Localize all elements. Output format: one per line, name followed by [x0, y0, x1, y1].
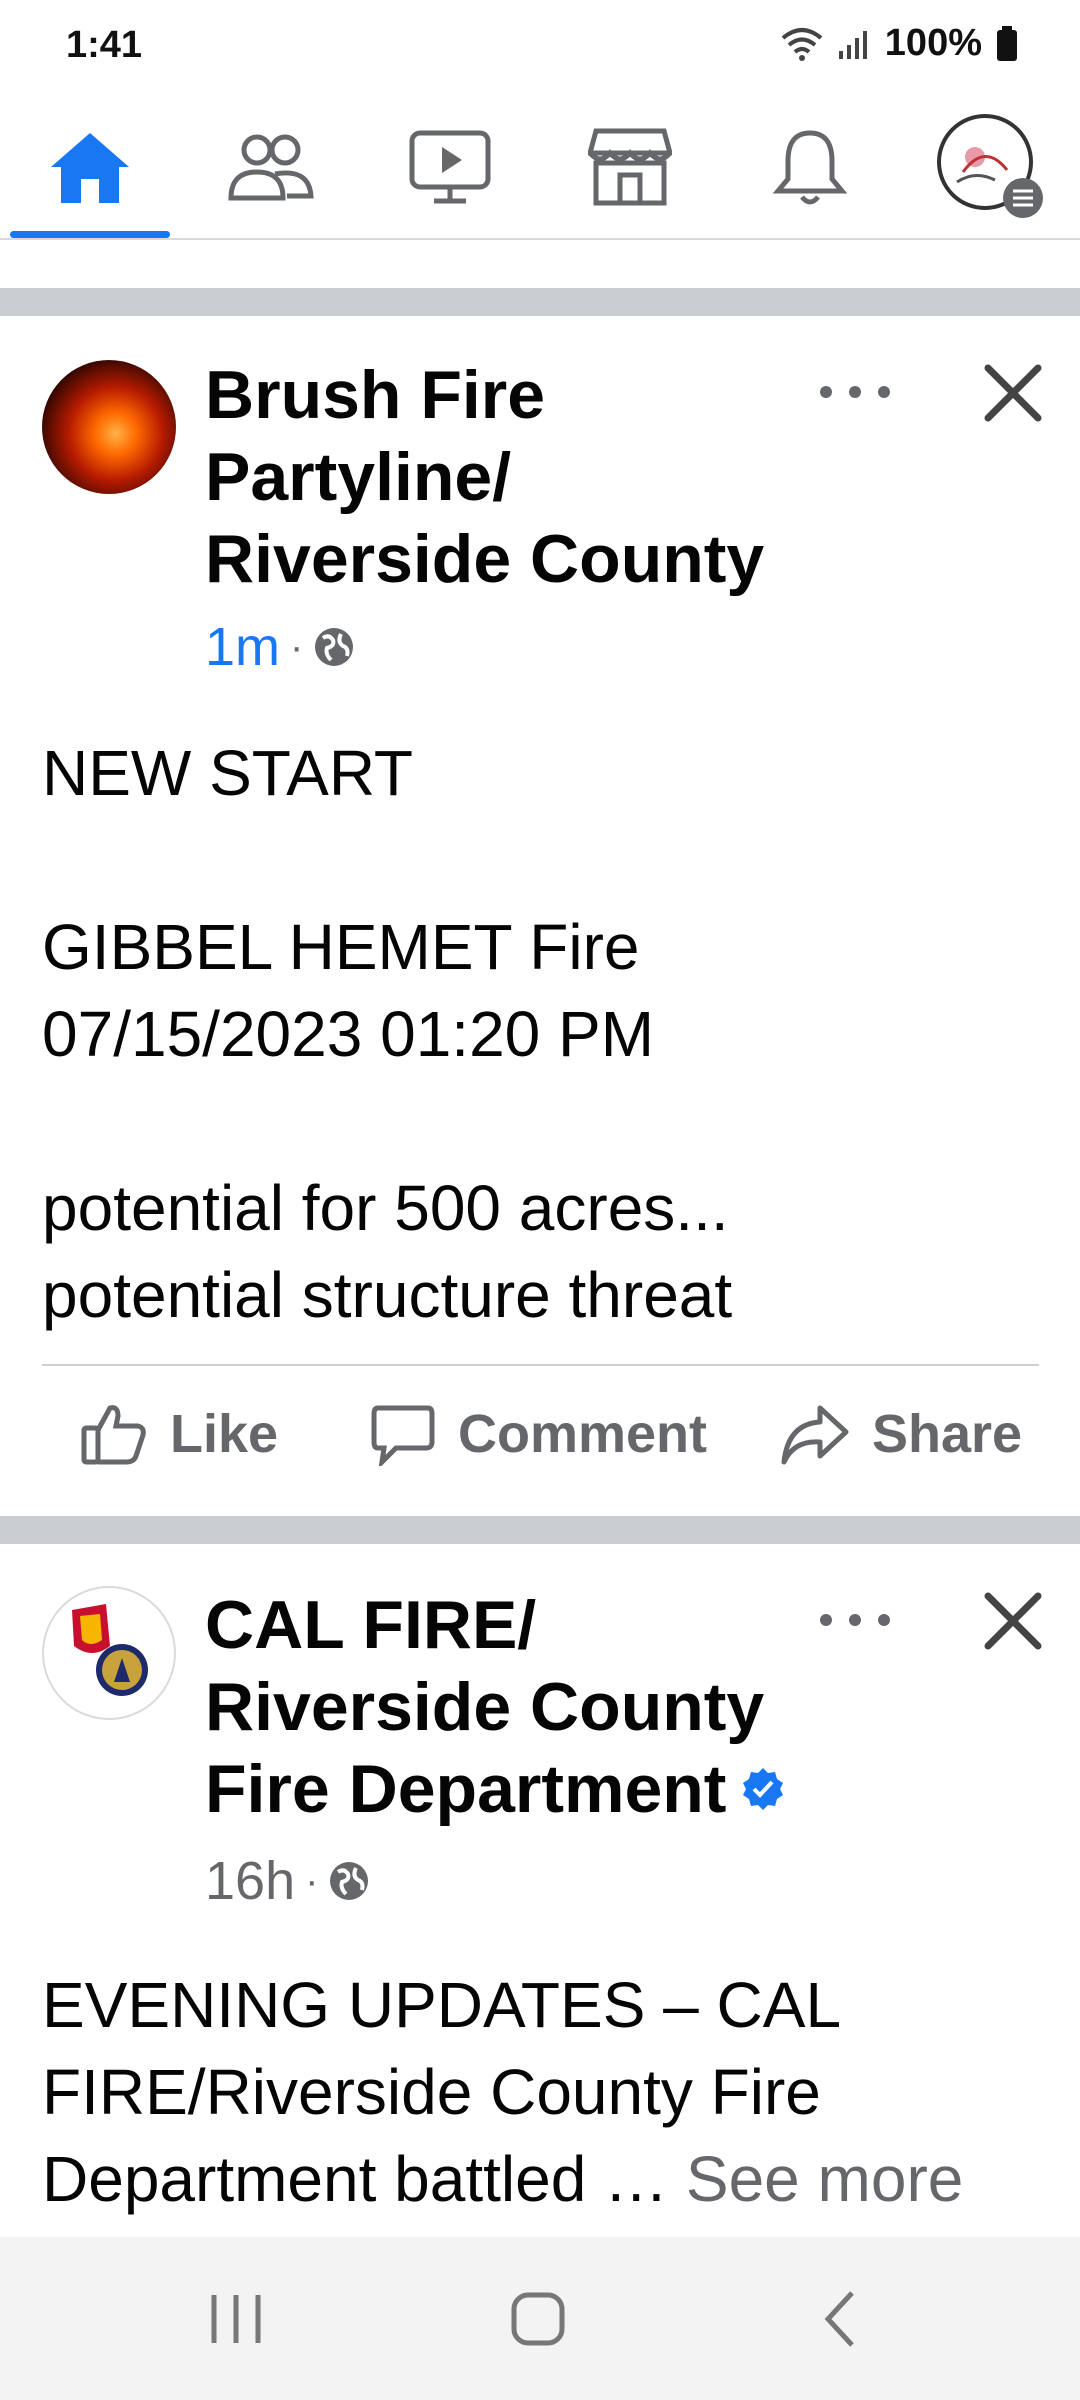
divider: [42, 1364, 1039, 1366]
store-icon: [588, 128, 672, 205]
tab-watch[interactable]: [370, 95, 530, 238]
feed-separator: [0, 1516, 1080, 1544]
avatar[interactable]: [42, 360, 176, 494]
battery-icon: [997, 25, 1017, 61]
status-bar: 1:41 100%: [0, 0, 1080, 95]
post-text-line: Department battled … See more: [42, 2136, 1042, 2223]
close-icon[interactable]: [980, 360, 1046, 426]
post-author[interactable]: Brush Fire Partyline/ Riverside County: [205, 354, 805, 600]
post-text-line: NEW START: [42, 737, 413, 809]
author-line: CAL FIRE/: [205, 1587, 537, 1663]
avatar[interactable]: [42, 1586, 176, 1720]
author-line: Brush Fire: [205, 357, 546, 433]
post-text-line: 07/15/2023 01:20 PM: [42, 998, 655, 1070]
system-nav-bar: [0, 2237, 1080, 2400]
see-more-link[interactable]: See more: [686, 2143, 963, 2215]
close-icon[interactable]: [980, 1588, 1046, 1654]
author-line: Fire Department: [205, 1751, 727, 1827]
friends-icon: [228, 134, 314, 200]
post-text-line: FIRE/Riverside County Fire: [42, 2056, 821, 2128]
post-text-line: potential for 500 acres...: [42, 1172, 729, 1244]
feed-post: Brush Fire Partyline/ Riverside County 1…: [0, 316, 1080, 1516]
status-icons: 100%: [781, 22, 1018, 65]
tab-friends[interactable]: [190, 95, 350, 238]
post-author[interactable]: CAL FIRE/ Riverside County Fire Departme…: [205, 1584, 825, 1830]
author-line: Riverside County: [205, 521, 765, 597]
post-text-line: potential structure threat: [42, 1259, 733, 1331]
video-icon: [409, 130, 491, 203]
dot-icon: [878, 386, 890, 398]
wifi-icon: [781, 27, 823, 61]
back-icon: [824, 2290, 854, 2347]
share-icon: [781, 1405, 849, 1465]
post-timestamp[interactable]: 16h: [205, 1850, 295, 1912]
author-line: Riverside County: [205, 1669, 765, 1745]
dot-icon: [849, 386, 861, 398]
globe-icon: [330, 1862, 369, 1900]
post-meta: 1m ·: [205, 616, 355, 678]
tab-marketplace[interactable]: [550, 95, 710, 238]
more-options-button[interactable]: [820, 1600, 890, 1640]
like-label: Like: [170, 1404, 279, 1464]
feed-separator: [0, 288, 1080, 316]
comment-icon: [371, 1405, 435, 1466]
post-text-truncated: Department battled …: [42, 2143, 669, 2215]
top-nav: [0, 95, 1080, 240]
like-button[interactable]: Like: [80, 1402, 278, 1466]
post-timestamp[interactable]: 1m: [205, 616, 280, 678]
post-text-line: GIBBEL HEMET Fire: [42, 911, 640, 983]
feed-post: CAL FIRE/ Riverside County Fire Departme…: [0, 1544, 1080, 2237]
meta-separator: ·: [290, 624, 304, 669]
recent-apps-icon: [211, 2294, 261, 2343]
profile-menu-icon: [937, 113, 1043, 218]
share-button[interactable]: Share: [780, 1402, 1022, 1466]
calfire-logo-icon: [72, 1604, 148, 1696]
status-time: 1:41: [66, 24, 143, 66]
recent-apps-button[interactable]: [166, 2237, 306, 2400]
dot-icon: [820, 1614, 832, 1626]
dot-icon: [820, 386, 832, 398]
home-circle-icon: [511, 2292, 565, 2345]
battery-percent: 100%: [884, 22, 982, 64]
tab-home[interactable]: [10, 95, 170, 238]
home-button[interactable]: [468, 2237, 608, 2400]
more-options-button[interactable]: [820, 372, 890, 412]
author-line-with-badge: Fire Department: [205, 1748, 825, 1830]
comment-button[interactable]: Comment: [370, 1402, 707, 1466]
tab-menu[interactable]: [910, 95, 1070, 238]
post-text-line: EVENING UPDATES – CAL: [42, 1969, 842, 2041]
dot-icon: [878, 1614, 890, 1626]
verified-badge-icon: [743, 1768, 784, 1810]
home-icon: [51, 132, 129, 203]
comment-label: Comment: [458, 1404, 708, 1464]
signal-icon: [838, 30, 867, 59]
dot-icon: [849, 1614, 861, 1626]
globe-icon: [315, 628, 354, 666]
post-body: EVENING UPDATES – CAL FIRE/Riverside Cou…: [42, 1962, 1042, 2223]
tab-notifications[interactable]: [730, 95, 890, 238]
share-label: Share: [872, 1404, 1023, 1464]
post-meta: 16h ·: [205, 1850, 370, 1912]
bell-icon: [772, 129, 848, 204]
post-body: NEW START GIBBEL HEMET Fire 07/15/2023 0…: [42, 730, 1042, 1339]
thumbs-up-icon: [81, 1405, 146, 1465]
meta-separator: ·: [305, 1858, 319, 1903]
author-line: Partyline/: [205, 439, 512, 515]
back-button[interactable]: [770, 2237, 910, 2400]
